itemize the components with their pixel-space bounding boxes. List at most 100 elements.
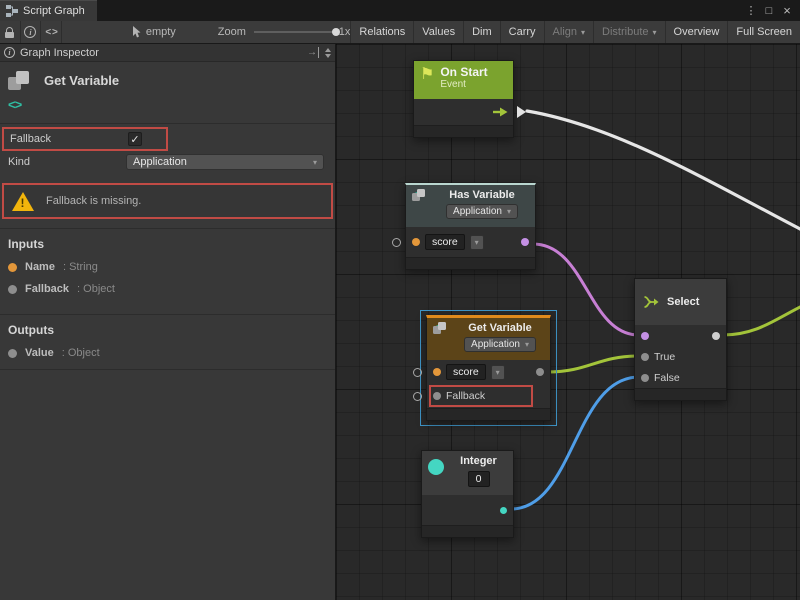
- name-port[interactable]: [412, 238, 420, 246]
- lock-button[interactable]: [0, 21, 20, 43]
- inspector-node-title: Get Variable: [44, 71, 119, 115]
- dim-button[interactable]: Dim: [463, 21, 500, 43]
- chevron-down-icon: ▾: [581, 28, 585, 37]
- bool-output-port[interactable]: [521, 238, 529, 246]
- outputs-section: Outputs Value : Object: [0, 314, 335, 370]
- zoom-slider[interactable]: [254, 26, 333, 38]
- fallback-port-annotation-highlight: [429, 385, 533, 407]
- warning-annotation-highlight: Fallback is missing.: [2, 183, 333, 219]
- has-variable-name-row: score ▾: [406, 227, 535, 257]
- close-icon[interactable]: ×: [778, 3, 796, 18]
- select-icon: [643, 295, 660, 309]
- string-port-icon: [8, 263, 17, 272]
- code-view-button[interactable]: < >: [41, 21, 61, 43]
- carry-button[interactable]: Carry: [500, 21, 544, 43]
- select-true-row: True: [635, 346, 726, 367]
- maximize-icon[interactable]: □: [760, 5, 778, 17]
- slider-thumb[interactable]: [332, 28, 340, 36]
- flow-output-port[interactable]: [517, 106, 526, 118]
- wire-getvariable-to-true: [548, 356, 639, 372]
- false-port[interactable]: [641, 374, 649, 382]
- node-title: Get Variable: [468, 322, 532, 334]
- node-get-variable[interactable]: <> Get Variable Application ▾ score ▾: [426, 315, 551, 421]
- node-title: On Start: [440, 65, 487, 79]
- check-icon: ✓: [130, 133, 139, 146]
- on-start-body: [414, 99, 513, 125]
- node-title: Has Variable: [449, 189, 514, 201]
- input-port-row: Fallback : Object: [8, 283, 327, 295]
- zoom-label: Zoom: [218, 26, 246, 38]
- separator: [61, 21, 62, 43]
- variable-name-field[interactable]: score: [425, 234, 465, 250]
- graph-name: empty: [146, 26, 176, 38]
- kind-dropdown[interactable]: Application ▾: [126, 154, 324, 170]
- fallback-checkbox[interactable]: ✓: [128, 132, 142, 146]
- slider-track: [254, 31, 333, 33]
- inputs-header: Inputs: [8, 237, 327, 251]
- true-port[interactable]: [641, 353, 649, 361]
- flow-input-port[interactable]: [392, 238, 401, 247]
- input-port-row: Name : String: [8, 261, 327, 273]
- integer-value-field[interactable]: 0: [468, 471, 490, 487]
- script-graph-icon: [6, 5, 18, 17]
- window-titlebar: Script Graph ⋮ □ ×: [0, 0, 800, 21]
- integer-icon: [428, 459, 444, 475]
- dock-icon[interactable]: →: [307, 47, 319, 58]
- window-menu-icon[interactable]: ⋮: [742, 4, 760, 17]
- scope-dropdown[interactable]: Application ▾: [464, 337, 536, 352]
- scope-dropdown[interactable]: Application ▾: [446, 204, 518, 219]
- node-has-variable[interactable]: <> Has Variable Application ▾ score ▾: [405, 183, 536, 270]
- select-condition-row: [635, 325, 726, 346]
- info-icon: i: [4, 47, 15, 58]
- variable-picker[interactable]: ▾: [491, 365, 505, 380]
- info-icon: i: [24, 26, 36, 38]
- value-output-port[interactable]: [536, 368, 544, 376]
- on-start-header: ⚑ On Start Event: [414, 61, 513, 99]
- graph-toolbar: i < > empty Zoom 1x Relations Values Dim…: [0, 21, 800, 44]
- align-button[interactable]: Align▾: [544, 21, 593, 43]
- full-screen-button[interactable]: Full Screen: [727, 21, 800, 43]
- object-port-icon: [8, 285, 17, 294]
- overview-button[interactable]: Overview: [665, 21, 728, 43]
- name-port[interactable]: [433, 368, 441, 376]
- select-header: Select: [635, 279, 726, 325]
- node-on-start[interactable]: ⚑ On Start Event: [413, 60, 514, 138]
- graph-canvas[interactable]: ⚑ On Start Event: [336, 44, 800, 600]
- variable-name-field[interactable]: score: [446, 364, 486, 380]
- selection-output-port[interactable]: [712, 332, 720, 340]
- output-port-row: Value : Object: [8, 347, 327, 359]
- window-controls: ⋮ □ ×: [742, 0, 800, 21]
- node-select[interactable]: Select True False: [634, 278, 727, 401]
- chevron-down-icon: ▾: [525, 340, 529, 349]
- lock-icon: [5, 27, 14, 38]
- values-button[interactable]: Values: [413, 21, 463, 43]
- warning-message: Fallback is missing.: [46, 195, 141, 207]
- object-port-icon: [8, 349, 17, 358]
- graph-breadcrumb[interactable]: empty: [132, 26, 176, 38]
- node-subtitle: Event: [440, 79, 487, 90]
- fallback-outer-port[interactable]: [413, 392, 422, 401]
- scroll-arrows-icon[interactable]: [325, 48, 331, 58]
- distribute-button[interactable]: Distribute▾: [593, 21, 664, 43]
- name-outer-port[interactable]: [413, 368, 422, 377]
- inspector-toggle-button[interactable]: i: [21, 21, 41, 43]
- warning-icon: [12, 192, 34, 211]
- graph-inspector-panel: i Graph Inspector → <> Get Variable Fall…: [0, 44, 336, 600]
- node-integer[interactable]: Integer 0: [421, 450, 514, 538]
- outputs-header: Outputs: [8, 323, 327, 337]
- condition-port[interactable]: [641, 332, 649, 340]
- get-variable-header: <> Get Variable Application ▾: [427, 318, 550, 360]
- node-title: Select: [667, 296, 699, 308]
- inspector-title: Graph Inspector: [20, 47, 99, 59]
- chevron-down-icon: ▾: [507, 207, 511, 216]
- node-title: Integer: [460, 455, 497, 467]
- relations-button[interactable]: Relations: [350, 21, 413, 43]
- tab-script-graph[interactable]: Script Graph: [0, 0, 97, 21]
- inputs-section: Inputs Name : String Fallback : Object: [0, 228, 335, 305]
- kind-field-row: Kind Application ▾: [0, 151, 335, 170]
- variable-picker[interactable]: ▾: [470, 235, 484, 250]
- kind-field-label: Kind: [8, 156, 126, 168]
- integer-output-port[interactable]: [500, 507, 507, 514]
- has-variable-header: <> Has Variable Application ▾: [406, 185, 535, 227]
- tab-title: Script Graph: [23, 5, 85, 17]
